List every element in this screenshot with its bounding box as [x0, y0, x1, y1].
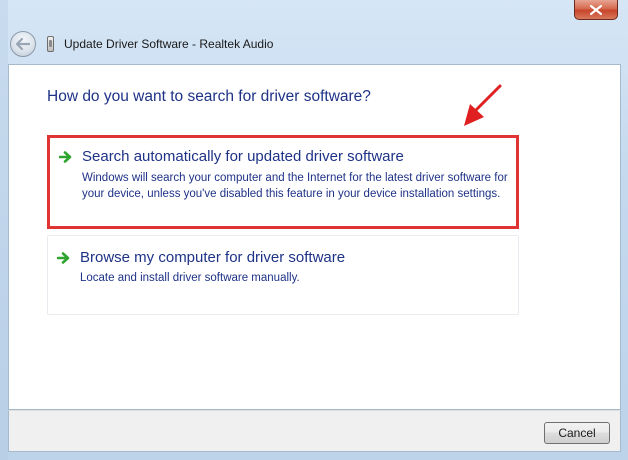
page-question: How do you want to search for driver sof…: [47, 88, 371, 105]
audio-device-icon: [47, 36, 54, 52]
window-frame-edge: [0, 0, 8, 460]
button-bar: Cancel: [8, 410, 621, 452]
browse-computer-option[interactable]: Browse my computer for driver software L…: [47, 235, 519, 315]
annotation-arrow-icon: [464, 84, 502, 126]
search-automatically-option[interactable]: Search automatically for updated driver …: [47, 135, 519, 229]
close-icon: [590, 4, 602, 15]
back-button[interactable]: [10, 31, 36, 57]
green-arrow-icon: [59, 151, 72, 163]
option-title: Search automatically for updated driver …: [82, 148, 404, 165]
option-title: Browse my computer for driver software: [80, 249, 346, 266]
content-panel: How do you want to search for driver sof…: [8, 64, 621, 410]
option-description: Windows will search your computer and th…: [82, 172, 508, 200]
dialog-window: Update Driver Software - Realtek Audio H…: [0, 0, 628, 460]
back-arrow-icon: [16, 38, 30, 50]
cancel-button[interactable]: Cancel: [544, 422, 610, 444]
option-description: Locate and install driver software manua…: [80, 272, 300, 284]
green-arrow-icon: [57, 252, 70, 264]
window-title: Update Driver Software - Realtek Audio: [64, 37, 274, 51]
close-button[interactable]: [574, 0, 618, 20]
